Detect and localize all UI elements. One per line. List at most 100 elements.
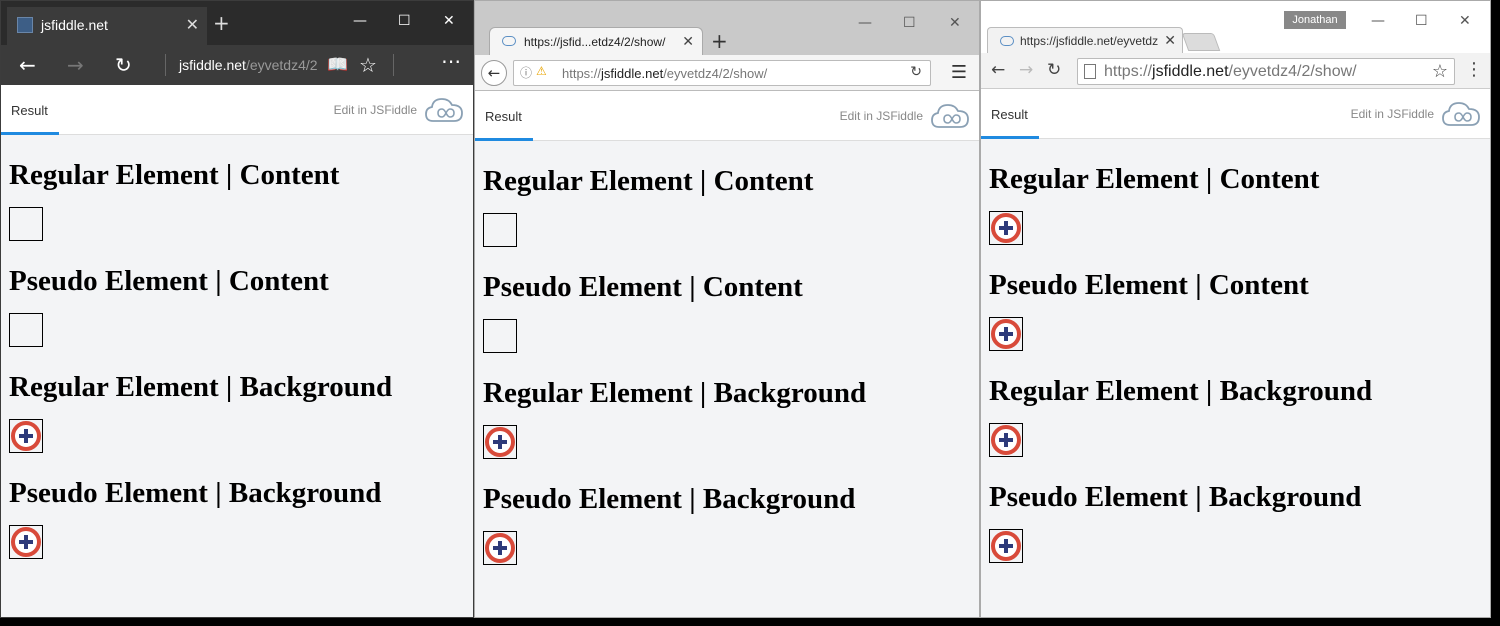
heading-pseudo-content: Pseudo Element | Content <box>9 265 329 297</box>
result-content: Regular Element | Content Pseudo Element… <box>1 157 473 559</box>
reading-view-icon[interactable]: 📖 <box>327 55 348 75</box>
hamburger-menu-icon[interactable]: ☰ <box>951 62 967 83</box>
firefox-address: https://jsfiddle.net/eyvetdz4/2/show/ <box>562 66 768 81</box>
chrome-tab-title: https://jsfiddle.net/eyvetdz4 <box>1020 34 1158 48</box>
forward-icon[interactable]: → <box>1019 60 1033 80</box>
more-icon[interactable]: ⋯ <box>441 49 461 73</box>
cross-badge-icon <box>991 213 1021 243</box>
minimize-icon[interactable]: — <box>1371 13 1385 29</box>
image-box <box>9 525 43 559</box>
cross-badge-icon <box>11 421 41 451</box>
jsfiddle-favicon-icon <box>1000 36 1014 46</box>
favicon-icon <box>17 17 33 33</box>
new-tab-button[interactable] <box>1181 33 1221 51</box>
image-box <box>483 531 517 565</box>
cross-badge-icon <box>485 427 515 457</box>
cross-badge-icon <box>991 319 1021 349</box>
heading-regular-content: Regular Element | Content <box>989 163 1320 195</box>
image-box <box>989 529 1023 563</box>
jsfiddle-favicon-icon <box>502 36 516 46</box>
chrome-navbar: ← → ↻ https://jsfiddle.net/eyvetdz4/2/sh… <box>981 53 1490 89</box>
reload-icon[interactable]: ↻ <box>1047 60 1061 80</box>
edge-address[interactable]: jsfiddle.net/eyvetdz4/2 <box>179 57 318 73</box>
cross-badge-icon <box>991 425 1021 455</box>
close-window-icon[interactable]: ✕ <box>443 13 455 29</box>
new-tab-icon[interactable]: + <box>213 11 230 35</box>
heading-regular-content: Regular Element | Content <box>483 165 814 197</box>
divider <box>165 54 166 76</box>
edge-tab[interactable]: jsfiddle.net ✕ <box>7 7 207 45</box>
result-bar: Result Edit in JSFiddle <box>981 89 1490 139</box>
divider <box>393 54 394 76</box>
minimize-icon[interactable]: — <box>353 13 367 29</box>
info-icon[interactable]: ⓘ <box>520 64 532 81</box>
cross-badge-icon <box>485 533 515 563</box>
close-tab-icon[interactable]: ✕ <box>186 15 199 35</box>
edit-in-jsfiddle-link[interactable]: Edit in JSFiddle <box>840 109 923 123</box>
heading-regular-background: Regular Element | Background <box>483 377 867 409</box>
edge-tab-title: jsfiddle.net <box>41 17 108 33</box>
back-icon[interactable]: ← <box>991 60 1005 80</box>
jsfiddle-cloud-icon[interactable] <box>931 103 969 129</box>
empty-image-box <box>483 319 517 353</box>
edge-window: jsfiddle.net ✕ + — ☐ ✕ ← → ↻ jsfiddle.ne… <box>0 0 474 618</box>
forward-icon[interactable]: → <box>67 53 84 77</box>
close-window-icon[interactable]: ✕ <box>949 15 961 31</box>
empty-image-box <box>9 313 43 347</box>
firefox-window: https://jsfid...etdz4/2/show/ ✕ + — ☐ ✕ … <box>474 0 980 618</box>
back-icon[interactable]: ← <box>481 60 507 86</box>
maximize-icon[interactable]: ☐ <box>398 13 411 29</box>
jsfiddle-cloud-icon[interactable] <box>1442 101 1480 127</box>
cross-badge-icon <box>991 531 1021 561</box>
chrome-tab[interactable]: https://jsfiddle.net/eyvetdz4 ✕ <box>987 27 1183 54</box>
close-tab-icon[interactable]: ✕ <box>1164 32 1176 49</box>
image-box <box>483 425 517 459</box>
firefox-address-bar[interactable]: ⓘ ⚠ https://jsfiddle.net/eyvetdz4/2/show… <box>513 60 931 86</box>
result-tab[interactable]: Result <box>485 109 522 124</box>
reload-icon[interactable]: ↻ <box>910 64 922 80</box>
favorite-star-icon[interactable]: ☆ <box>359 53 377 77</box>
image-box <box>989 423 1023 457</box>
result-tab-underline <box>981 136 1039 139</box>
lock-warning-icon[interactable]: ⚠ <box>536 64 547 78</box>
new-tab-icon[interactable]: + <box>711 29 728 53</box>
empty-image-box <box>483 213 517 247</box>
firefox-tab[interactable]: https://jsfid...etdz4/2/show/ ✕ <box>489 27 703 57</box>
heading-pseudo-content: Pseudo Element | Content <box>483 271 803 303</box>
minimize-icon[interactable]: — <box>858 15 872 31</box>
image-box <box>989 317 1023 351</box>
bookmark-star-icon[interactable]: ☆ <box>1432 61 1448 82</box>
close-tab-icon[interactable]: ✕ <box>682 33 694 50</box>
result-tab[interactable]: Result <box>991 107 1028 122</box>
edge-navbar: ← → ↻ jsfiddle.net/eyvetdz4/2 📖 ☆ ⋯ <box>1 45 473 85</box>
heading-regular-background: Regular Element | Background <box>9 371 393 403</box>
result-content: Regular Element | Content Pseudo Element… <box>475 163 979 565</box>
menu-icon[interactable]: ⋮ <box>1465 59 1483 80</box>
result-content: Regular Element | Content Pseudo Element… <box>981 161 1490 563</box>
heading-regular-content: Regular Element | Content <box>9 159 340 191</box>
jsfiddle-cloud-icon[interactable] <box>425 97 463 123</box>
firefox-titlebar: https://jsfid...etdz4/2/show/ ✕ + — ☐ ✕ <box>475 1 979 57</box>
edge-titlebar: jsfiddle.net ✕ + — ☐ ✕ <box>1 1 473 45</box>
profile-badge[interactable]: Jonathan <box>1284 11 1346 29</box>
result-tab[interactable]: Result <box>11 103 48 118</box>
close-window-icon[interactable]: ✕ <box>1459 13 1471 29</box>
edit-in-jsfiddle-link[interactable]: Edit in JSFiddle <box>334 103 417 117</box>
firefox-navbar: ← ⓘ ⚠ https://jsfiddle.net/eyvetdz4/2/sh… <box>475 55 979 91</box>
result-tab-underline <box>475 138 533 141</box>
heading-pseudo-background: Pseudo Element | Background <box>9 477 382 509</box>
firefox-tab-title: https://jsfid...etdz4/2/show/ <box>524 35 666 49</box>
back-icon[interactable]: ← <box>19 53 36 77</box>
chrome-window: https://jsfiddle.net/eyvetdz4 ✕ Jonathan… <box>980 0 1491 618</box>
maximize-icon[interactable]: ☐ <box>1415 13 1428 29</box>
refresh-icon[interactable]: ↻ <box>115 53 132 77</box>
result-tab-underline <box>1 132 59 135</box>
image-box <box>989 211 1023 245</box>
result-bar: Result Edit in JSFiddle <box>475 91 979 141</box>
chrome-omnibox[interactable]: https://jsfiddle.net/eyvetdz4/2/show/ ☆ <box>1077 58 1455 85</box>
edit-in-jsfiddle-link[interactable]: Edit in JSFiddle <box>1351 107 1434 121</box>
maximize-icon[interactable]: ☐ <box>903 15 916 31</box>
image-box <box>9 419 43 453</box>
empty-image-box <box>9 207 43 241</box>
chrome-address: https://jsfiddle.net/eyvetdz4/2/show/ <box>1104 63 1357 80</box>
